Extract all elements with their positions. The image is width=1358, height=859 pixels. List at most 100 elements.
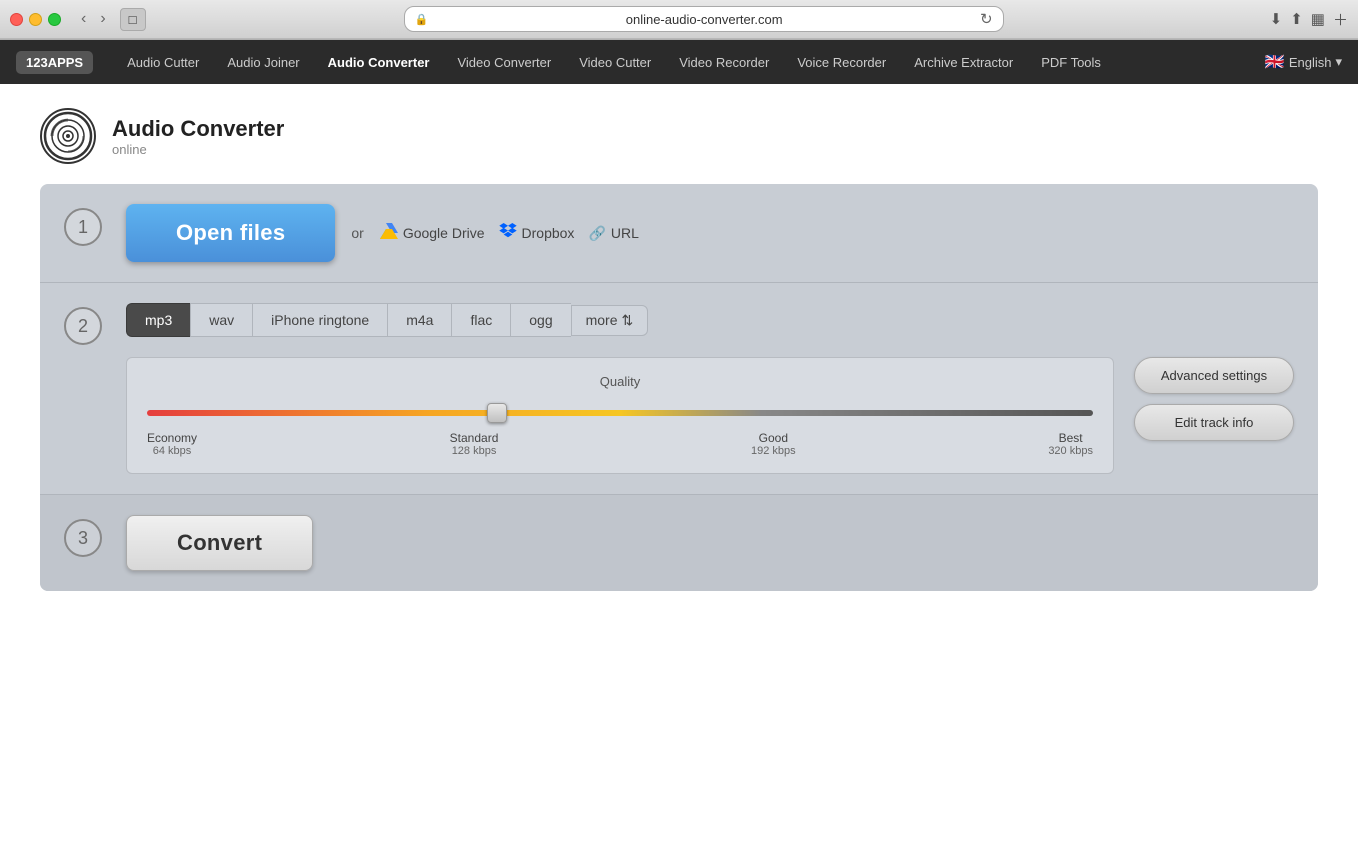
chevron-up-down-icon: ⇅ (622, 312, 634, 329)
step-2-section: 2 mp3 wav iPhone ringtone m4a flac ogg m… (40, 283, 1318, 495)
slider-thumb (487, 403, 507, 423)
google-drive-label: Google Drive (403, 225, 485, 241)
economy-label: Economy (147, 431, 197, 445)
edit-track-info-button[interactable]: Edit track info (1134, 404, 1294, 441)
nav-audio-converter[interactable]: Audio Converter (314, 40, 444, 84)
browser-titlebar: ‹ › □ 🔒 online-audio-converter.com ↻ ⬇ ⬆… (0, 0, 1358, 39)
new-tab-button[interactable]: ＋ (1333, 9, 1348, 30)
nav-video-recorder[interactable]: Video Recorder (665, 40, 783, 84)
format-tab-more[interactable]: more ⇅ (571, 305, 649, 336)
step-2-content: mp3 wav iPhone ringtone m4a flac ogg mor… (126, 303, 1294, 474)
gdrive-svg (380, 223, 398, 239)
nav-links: Audio Cutter Audio Joiner Audio Converte… (113, 40, 1265, 84)
format-tab-m4a[interactable]: m4a (387, 303, 451, 337)
quality-good: Good 192 kbps (751, 431, 796, 457)
or-text: or (351, 225, 363, 241)
google-drive-icon (380, 223, 398, 244)
format-tab-ogg[interactable]: ogg (510, 303, 570, 337)
format-tab-flac[interactable]: flac (451, 303, 510, 337)
quality-economy: Economy 64 kbps (147, 431, 197, 457)
vinyl-icon (43, 111, 93, 161)
best-kbps: 320 kbps (1048, 445, 1093, 457)
economy-kbps: 64 kbps (147, 445, 197, 457)
window-minimize-button[interactable] (29, 13, 42, 26)
url-label: URL (611, 225, 639, 241)
step-2-number: 2 (64, 307, 102, 345)
flag-icon: 🇬🇧 (1265, 52, 1285, 72)
page-content: Audio Converter online 1 Open files or (0, 84, 1358, 859)
standard-label: Standard (450, 431, 499, 445)
step-1-section: 1 Open files or (40, 184, 1318, 283)
format-tab-iphone-ringtone[interactable]: iPhone ringtone (252, 303, 387, 337)
nav-pdf-tools[interactable]: PDF Tools (1027, 40, 1115, 84)
quality-row: Quality Economy 64 kbps (126, 357, 1294, 474)
step-3-content: Convert (126, 515, 1294, 571)
nav-video-converter[interactable]: Video Converter (443, 40, 565, 84)
more-label: more (586, 312, 618, 328)
step-3-section: 3 Convert (40, 495, 1318, 591)
app-header: Audio Converter online (0, 84, 1358, 184)
browser-nav-buttons: ‹ › (75, 8, 112, 30)
advanced-settings-button[interactable]: Advanced settings (1134, 357, 1294, 394)
app-subtitle: online (112, 142, 284, 157)
forward-button[interactable]: › (94, 8, 111, 30)
browser-chrome: ‹ › □ 🔒 online-audio-converter.com ↻ ⬇ ⬆… (0, 0, 1358, 40)
best-label: Best (1048, 431, 1093, 445)
dropbox-link[interactable]: Dropbox (499, 223, 575, 244)
quality-slider-wrap (147, 403, 1093, 423)
lock-icon: 🔒 (415, 13, 429, 26)
dropbox-label: Dropbox (522, 225, 575, 241)
app-logo (40, 108, 96, 164)
step-1-row: Open files or (126, 204, 1294, 262)
app-title-block: Audio Converter online (112, 116, 284, 157)
step-1-content: Open files or (126, 204, 1294, 262)
language-label: English (1289, 55, 1332, 70)
app-navigation: 123APPS Audio Cutter Audio Joiner Audio … (0, 40, 1358, 84)
brand-logo[interactable]: 123APPS (16, 51, 93, 74)
quality-markers: Economy 64 kbps Standard 128 kbps Good 1… (147, 431, 1093, 457)
format-tab-wav[interactable]: wav (190, 303, 252, 337)
open-files-button[interactable]: Open files (126, 204, 335, 262)
step-1-number: 1 (64, 208, 102, 246)
format-tabs: mp3 wav iPhone ringtone m4a flac ogg mor… (126, 303, 1294, 337)
download-button[interactable]: ⬇ (1270, 10, 1283, 28)
language-selector[interactable]: 🇬🇧 English ▾ (1265, 52, 1342, 72)
nav-audio-joiner[interactable]: Audio Joiner (213, 40, 313, 84)
tabs-button[interactable]: ▦ (1311, 10, 1325, 28)
standard-kbps: 128 kbps (450, 445, 499, 457)
quality-standard: Standard 128 kbps (450, 431, 499, 457)
nav-video-cutter[interactable]: Video Cutter (565, 40, 665, 84)
converter-wrapper: 1 Open files or (40, 184, 1318, 591)
back-button[interactable]: ‹ (75, 8, 92, 30)
address-bar[interactable]: 🔒 online-audio-converter.com ↻ (404, 6, 1004, 32)
format-tab-mp3[interactable]: mp3 (126, 303, 190, 337)
share-button[interactable]: ⬆ (1290, 10, 1303, 28)
good-label: Good (751, 431, 796, 445)
dropbox-svg (499, 223, 517, 239)
tab-view-button[interactable]: □ (120, 8, 146, 31)
nav-right: 🇬🇧 English ▾ (1265, 52, 1342, 72)
cloud-links: Google Drive (380, 223, 639, 244)
browser-actions: ⬇ ⬆ ▦ ＋ (1270, 9, 1348, 30)
quality-label: Quality (147, 374, 1093, 389)
window-maximize-button[interactable] (48, 13, 61, 26)
window-close-button[interactable] (10, 13, 23, 26)
nav-voice-recorder[interactable]: Voice Recorder (783, 40, 900, 84)
dropbox-icon (499, 223, 517, 244)
quality-box: Quality Economy 64 kbps (126, 357, 1114, 474)
google-drive-link[interactable]: Google Drive (380, 223, 485, 244)
app-title: Audio Converter (112, 116, 284, 142)
nav-audio-cutter[interactable]: Audio Cutter (113, 40, 213, 84)
step-3-number: 3 (64, 519, 102, 557)
quality-best: Best 320 kbps (1048, 431, 1093, 457)
url-icon: 🔗 (588, 225, 605, 242)
url-link[interactable]: 🔗 URL (588, 225, 638, 242)
side-buttons: Advanced settings Edit track info (1134, 357, 1294, 441)
good-kbps: 192 kbps (751, 445, 796, 457)
reload-button[interactable]: ↻ (980, 10, 993, 28)
chevron-down-icon: ▾ (1335, 54, 1342, 70)
url-text: online-audio-converter.com (432, 12, 976, 27)
nav-archive-extractor[interactable]: Archive Extractor (900, 40, 1027, 84)
convert-button[interactable]: Convert (126, 515, 313, 571)
window-controls (10, 13, 61, 26)
